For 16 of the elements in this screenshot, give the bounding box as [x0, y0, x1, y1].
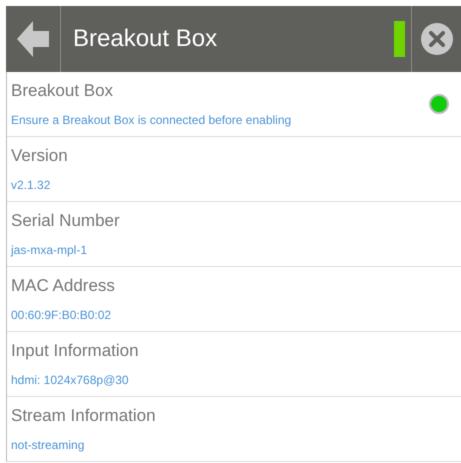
row-value: 00:60:9F:B0:B0:02 [11, 308, 112, 322]
row-label: MAC Address [11, 276, 116, 296]
row-label: Input Information [11, 341, 140, 361]
row-value: v2.1.32 [11, 178, 52, 192]
row-label: Stream Information [11, 406, 157, 426]
back-arrow-icon [15, 19, 51, 59]
row-value: not-streaming [11, 438, 86, 452]
row-label: Breakout Box [11, 81, 114, 101]
row-label: Serial Number [11, 211, 121, 231]
close-icon [420, 23, 452, 55]
row-value: hdmi: 1024x768p@30 [11, 373, 130, 387]
row-value: Ensure a Breakout Box is connected before enabling [11, 113, 292, 127]
row-value: jas-mxa-mpl-1 [11, 243, 88, 257]
window-title: Breakout Box [72, 24, 218, 54]
status-dot[interactable] [429, 94, 449, 114]
row-label: Version [11, 146, 69, 166]
